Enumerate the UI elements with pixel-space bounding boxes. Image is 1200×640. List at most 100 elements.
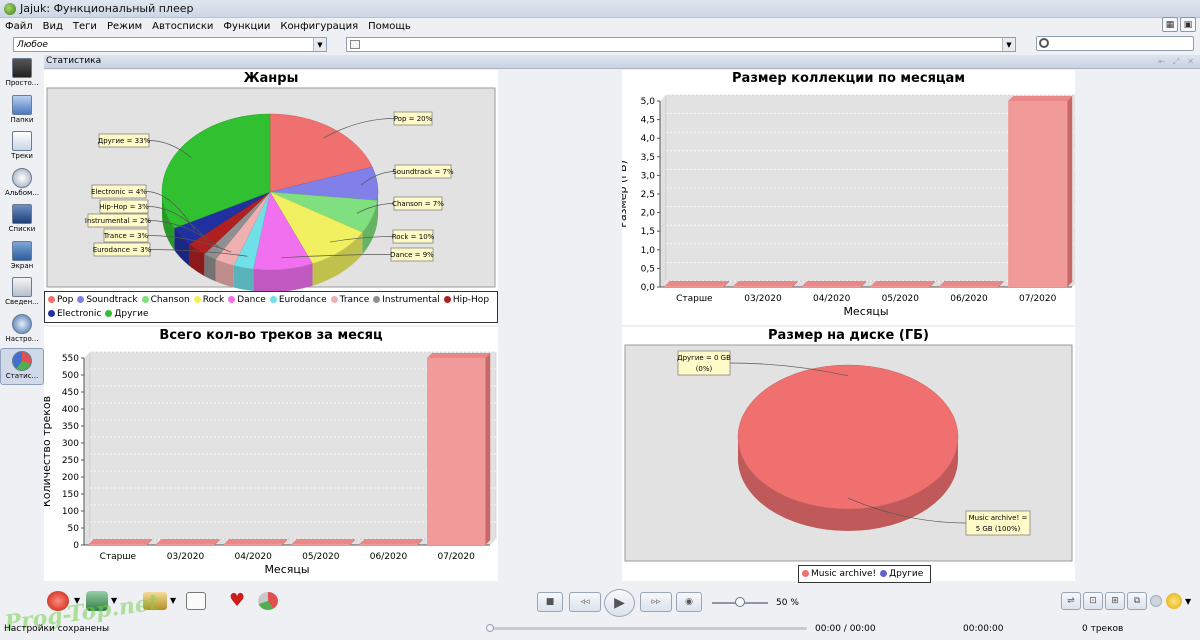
genres-pie-chart: Pop = 20% Soundtrack = 7% Chanson = 7% Rock… <box>46 87 496 292</box>
sidebar-item-display[interactable]: Экран <box>0 239 44 276</box>
smiley-icon[interactable] <box>1166 593 1182 609</box>
heart-icon[interactable]: ♥ <box>229 592 245 610</box>
jajuk-app-icon <box>4 2 16 15</box>
bar <box>359 544 418 545</box>
tab-statistics[interactable]: Статистика <box>46 56 101 66</box>
ambience-select[interactable]: Любое ▼ <box>13 37 327 52</box>
stop-button[interactable]: ■ <box>537 592 563 612</box>
close-icon[interactable]: ✕ <box>1187 57 1194 67</box>
fullscreen-icon[interactable]: ▦ <box>1162 17 1178 32</box>
restore-icon[interactable]: ▣ <box>1180 17 1196 32</box>
sidebar-item-tracks[interactable]: Треки <box>0 129 44 166</box>
chevron-down-icon[interactable]: ▼ <box>1002 38 1015 51</box>
menu-mode[interactable]: Режим <box>102 21 147 32</box>
legend-item: Eurodance <box>269 293 327 307</box>
bar-top <box>733 281 798 286</box>
y-tick-label: 5,0 <box>641 97 656 107</box>
track-count: 0 треков <box>1082 624 1124 634</box>
query-select[interactable]: ▼ <box>346 37 1016 52</box>
ambience-value: Любое <box>17 39 48 50</box>
sidebar-item-albums[interactable]: Альбом... <box>0 166 44 203</box>
legend-swatch <box>228 296 236 303</box>
legend-label: Chanson <box>150 295 190 305</box>
menu-configuration[interactable]: Конфигурация <box>275 21 363 32</box>
window-title: Jajuk: Функциональный плеер <box>20 2 194 15</box>
menu-tags[interactable]: Теги <box>68 21 102 32</box>
search-icon <box>1039 38 1049 48</box>
sidebar-item-info[interactable]: Сведен... <box>0 275 44 312</box>
sidebar-item-settings[interactable]: Настро... <box>0 312 44 349</box>
data-label: Dance = 9% <box>390 251 434 259</box>
album-icon <box>12 167 32 188</box>
y-tick-label: 1,0 <box>641 246 656 256</box>
menu-file[interactable]: Файл <box>0 21 38 32</box>
y-tick-label: 3,5 <box>641 153 655 163</box>
sidebar-item-label: Сведен... <box>5 298 39 306</box>
volume-handle[interactable] <box>735 597 745 607</box>
statistics-icon <box>12 351 32 371</box>
y-tick-label: 2,5 <box>641 190 655 200</box>
legend-label: Другие <box>889 569 924 579</box>
document-icon <box>350 40 360 49</box>
position-handle[interactable] <box>486 624 494 632</box>
y-tick-label: 0,0 <box>641 283 656 293</box>
repeat-icon[interactable]: ⇌ <box>1061 592 1081 610</box>
x-tick-label: 04/2020 <box>813 294 851 304</box>
next-button[interactable]: ▹▹ <box>640 592 672 612</box>
sidebar-item-label: Треки <box>11 152 33 160</box>
undock-icon[interactable]: ⇤ <box>1158 57 1165 67</box>
intro-icon[interactable]: ⧉ <box>1127 592 1147 610</box>
continue-icon[interactable]: ⊞ <box>1105 592 1125 610</box>
legend-swatch <box>269 296 277 303</box>
legend-label: Другие <box>114 309 149 319</box>
menu-help[interactable]: Помощь <box>363 21 416 32</box>
position-slider[interactable] <box>487 627 807 630</box>
legend-item: Instrumental <box>373 293 440 307</box>
legend-item: Music archive! <box>802 567 876 581</box>
bar-top <box>664 281 729 286</box>
sidebar-item-statistics[interactable]: Статис... <box>0 348 44 385</box>
y-tick-label: 0,5 <box>641 264 655 274</box>
shuffle-icon[interactable]: ⊡ <box>1083 592 1103 610</box>
data-label: Другие = 33% <box>98 137 151 145</box>
play-button[interactable]: ▶ <box>604 589 635 617</box>
legend-swatch <box>330 296 338 303</box>
sidebar-item-playlists[interactable]: Списки <box>0 202 44 239</box>
legend-swatch <box>48 296 55 303</box>
legend-item: Chanson <box>141 293 190 307</box>
sidebar-item-label: Настро... <box>5 334 39 343</box>
y-axis-label: Количество треков <box>44 396 53 507</box>
genres-chart-panel: Жанры Pop = 20% Soundtrack = 7% Chanson = … <box>44 70 498 325</box>
chevron-down-icon[interactable]: ▼ <box>313 38 326 51</box>
statistics-shortcut-icon[interactable] <box>258 592 278 610</box>
previous-button[interactable]: ◃◃ <box>569 592 601 612</box>
menu-smart-playlists[interactable]: Автосписки <box>147 21 218 32</box>
chevron-down-icon[interactable]: ▼ <box>1185 597 1191 606</box>
legend-swatch <box>802 570 809 577</box>
search-input[interactable] <box>1036 36 1194 51</box>
bar <box>939 286 999 287</box>
chevron-down-icon[interactable]: ▼ <box>170 596 176 605</box>
legend-label: Soundtrack <box>86 295 138 305</box>
sidebar-item-folders[interactable]: Папки <box>0 93 44 130</box>
playlist-icon <box>12 204 32 224</box>
legend-label: Rock <box>202 295 225 305</box>
volume-label: 50 % <box>776 598 799 608</box>
bar-top <box>939 281 1004 286</box>
maximize-icon[interactable]: ⤢ <box>1173 57 1179 67</box>
mute-icon[interactable]: ◉ <box>676 592 702 612</box>
dice-icon[interactable] <box>186 592 206 610</box>
ban-icon[interactable] <box>1150 595 1162 607</box>
menu-view[interactable]: Вид <box>38 21 68 32</box>
remaining-time: 00:00:00 <box>963 624 1004 634</box>
legend-item: Другие <box>105 307 149 321</box>
sidebar-item-simple[interactable]: Просто... <box>0 56 44 93</box>
sidebar-item-label: Списки <box>8 225 36 233</box>
y-tick-label: 150 <box>62 490 79 500</box>
y-tick-label: 1,5 <box>641 227 655 237</box>
y-tick-label: 4,5 <box>641 116 655 126</box>
bar <box>224 544 283 545</box>
legend-swatch <box>193 296 201 303</box>
menu-functions[interactable]: Функции <box>218 21 275 32</box>
bar <box>88 544 147 545</box>
